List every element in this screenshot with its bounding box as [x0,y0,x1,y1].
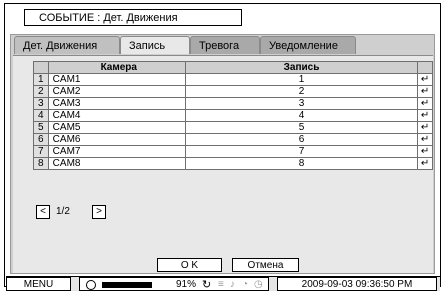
tab-record[interactable]: Запись [120,36,190,54]
refresh-icon: ↻ [202,279,212,291]
table-row[interactable]: 7 CAM7 7 ↵ [33,145,433,158]
table-row[interactable]: 3 CAM3 3 ↵ [33,97,433,110]
camera-name: CAM8 [47,157,186,170]
dialog-title: СОБЫТИЕ : Дет. Движения [24,9,242,26]
record-value[interactable]: 2 [184,85,419,98]
record-value[interactable]: 1 [184,73,419,86]
tab-alarm[interactable]: Тревога [190,36,260,54]
enter-icon[interactable]: ↵ [417,85,433,98]
camera-name: CAM5 [47,121,186,134]
datetime-display: 2009-09-03 09:36:50 PM [277,277,437,291]
tab-motion-detection[interactable]: Дет. Движения [14,36,120,54]
ok-button[interactable]: O K [157,258,222,272]
menu-button[interactable]: MENU [6,277,71,291]
row-number: 7 [33,145,49,158]
camera-record-table: Камера Запись 1 CAM1 1 ↵ 2 CAM2 2 ↵ 3 CA… [33,61,433,170]
header-record: Запись [184,61,419,74]
tab-label: Запись [129,40,166,52]
enter-icon[interactable]: ↵ [417,133,433,146]
tab-content: Камера Запись 1 CAM1 1 ↵ 2 CAM2 2 ↵ 3 CA… [13,55,433,273]
table-row[interactable]: 8 CAM8 8 ↵ [33,157,433,170]
prev-page-button[interactable]: < [36,205,50,219]
alarm-icon: ♪ [230,279,235,290]
cancel-button[interactable]: Отмена [232,258,299,272]
table-row[interactable]: 6 CAM6 6 ↵ [33,133,433,146]
tab-notification[interactable]: Уведомление [260,36,356,54]
enter-icon[interactable]: ↵ [417,109,433,122]
hdd-status: 91% ↻ ≡ ♪ ◔ ◷ [79,277,269,291]
table-row[interactable]: 1 CAM1 1 ↵ [33,73,433,86]
table-row[interactable]: 2 CAM2 2 ↵ [33,85,433,98]
header-enter [417,61,433,74]
record-value[interactable]: 8 [184,157,419,170]
hdd-icon [86,280,96,290]
camera-name: CAM1 [47,73,186,86]
row-number: 5 [33,121,49,134]
table-row[interactable]: 5 CAM5 5 ↵ [33,121,433,134]
camera-name: CAM2 [47,85,186,98]
enter-icon[interactable]: ↵ [417,145,433,158]
record-value[interactable]: 6 [184,133,419,146]
row-number: 1 [33,73,49,86]
backup-icon: ◔ [242,279,249,290]
hdd-percent: 91% [176,279,197,290]
tab-label: Дет. Движения [23,40,98,52]
record-value[interactable]: 5 [184,121,419,134]
page-indicator: 1/2 [56,206,70,217]
row-number: 3 [33,97,49,110]
table-row[interactable]: 4 CAM4 4 ↵ [33,109,433,122]
camera-name: CAM3 [47,97,186,110]
row-number: 4 [33,109,49,122]
camera-name: CAM4 [47,109,186,122]
header-camera: Камера [47,61,186,74]
enter-icon[interactable]: ↵ [417,73,433,86]
row-number: 6 [33,133,49,146]
status-bar: MENU 91% ↻ ≡ ♪ ◔ ◷ 2009-09-03 09:36:50 P… [6,276,440,291]
camera-name: CAM6 [47,133,186,146]
table-header-row: Камера Запись [33,61,433,74]
row-number: 8 [33,157,49,170]
clock-icon: ◷ [254,279,263,290]
record-value[interactable]: 7 [184,145,419,158]
record-value[interactable]: 4 [184,109,419,122]
enter-icon[interactable]: ↵ [417,97,433,110]
tab-label: Уведомление [269,40,338,52]
hdd-usage-bar [102,282,152,288]
network-icon: ≡ [218,279,224,290]
enter-icon[interactable]: ↵ [417,121,433,134]
enter-icon[interactable]: ↵ [417,157,433,170]
record-value[interactable]: 3 [184,97,419,110]
header-index [33,61,49,74]
tab-label: Тревога [199,40,240,52]
camera-name: CAM7 [47,145,186,158]
next-page-button[interactable]: > [92,205,106,219]
row-number: 2 [33,85,49,98]
